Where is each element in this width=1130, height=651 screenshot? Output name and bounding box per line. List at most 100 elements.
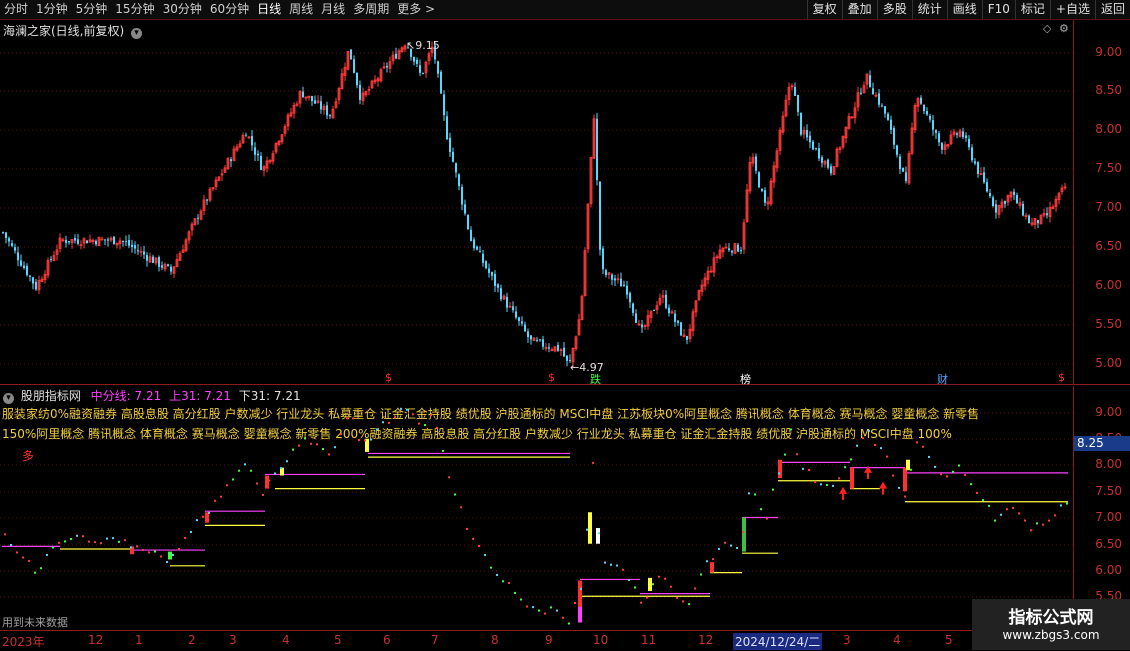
indicator-dot: [40, 567, 42, 570]
candle-body: [827, 159, 829, 168]
up-arrow-icon: [879, 481, 887, 489]
indicator-tick: 7.50: [1095, 484, 1122, 498]
indicator-dot: [370, 438, 372, 441]
candle-body: [902, 167, 904, 172]
candle-body: [800, 112, 802, 135]
logo-url: www.zbgs3.com: [1002, 628, 1100, 642]
indicator-dot: [1030, 529, 1032, 532]
candle-body: [125, 241, 127, 243]
candle-body: [806, 130, 808, 138]
indicator-dot: [952, 470, 954, 473]
candle-body: [974, 161, 976, 164]
indicator-dot: [736, 546, 738, 549]
candle-body: [491, 272, 493, 276]
date-label: 12: [698, 633, 714, 647]
candle-body: [50, 258, 52, 260]
candle-body: [1046, 213, 1048, 216]
candle-body: [245, 135, 247, 137]
indicator-dot: [610, 563, 612, 566]
indicator-dot: [544, 612, 546, 615]
indicator-dot: [436, 426, 438, 429]
candle-body: [809, 135, 811, 143]
date-label: 11: [641, 633, 657, 647]
indicator-dot: [712, 558, 714, 561]
candle-body: [995, 204, 997, 213]
candle-body: [494, 273, 496, 286]
indicator-dot: [256, 482, 258, 485]
event-marker[interactable]: $: [548, 371, 555, 384]
candle-body: [563, 347, 565, 357]
indicator-dot: [778, 472, 780, 475]
indicator-dot: [190, 530, 192, 533]
indicator-dot: [388, 421, 390, 424]
candle-body: [1037, 220, 1039, 224]
indicator-dot: [22, 556, 24, 559]
candle-body: [521, 321, 523, 324]
indicator-dot: [118, 540, 120, 543]
signal-bar: [906, 459, 910, 471]
indicator-dot: [298, 444, 300, 447]
candle-body: [899, 156, 901, 170]
indicator-dot: [910, 468, 912, 471]
event-marker[interactable]: $: [1058, 371, 1065, 384]
indicator-tick: 8.00: [1095, 457, 1122, 471]
date-label: 8: [491, 633, 499, 647]
indicator-dot: [322, 448, 324, 451]
event-marker[interactable]: 跌: [590, 371, 601, 387]
candle-body: [497, 284, 499, 288]
date-label: 3: [843, 633, 851, 647]
indicator-dot: [574, 602, 576, 605]
price-tick: 8.50: [1095, 83, 1122, 97]
date-label: 12: [88, 633, 104, 647]
watermark-logo: 指标公式网 www.zbgs3.com: [972, 599, 1130, 650]
indicator-dot: [958, 464, 960, 467]
indicator-dot: [442, 449, 444, 452]
candle-body: [674, 313, 676, 322]
candle-body: [1013, 191, 1015, 195]
candle-body: [17, 252, 19, 261]
indicator-dot: [772, 488, 774, 491]
indicator-dot: [700, 573, 702, 576]
indicator-dot: [904, 495, 906, 498]
candle-body: [668, 307, 670, 314]
toolbar-button-8[interactable]: 返回: [1094, 0, 1130, 19]
candle-body: [968, 138, 970, 148]
candle-body: [488, 268, 490, 273]
candle-body: [860, 92, 862, 94]
candle-body: [869, 75, 871, 88]
event-marker[interactable]: 榜: [740, 371, 751, 387]
candle-body: [128, 239, 130, 246]
indicator-dot: [16, 551, 18, 554]
candle-body: [872, 88, 874, 95]
event-marker[interactable]: $: [385, 371, 392, 384]
indicator-dot: [886, 455, 888, 458]
indicator-dot: [976, 491, 978, 494]
indicator-dot: [280, 467, 282, 470]
candle-body: [5, 232, 7, 238]
indicator-axis: 9.008.508.007.507.006.506.005.50: [1073, 386, 1130, 630]
candle-body: [254, 147, 256, 155]
signal-bar: [596, 528, 600, 544]
indicator-tick: 6.00: [1095, 563, 1122, 577]
candle-body: [812, 141, 814, 150]
candle-body: [923, 104, 925, 112]
indicator-tick: 6.50: [1095, 537, 1122, 551]
candle-body: [419, 65, 421, 73]
candle-body: [986, 182, 988, 192]
signal-bar: [265, 475, 269, 489]
date-label: 2024/12/24/二: [733, 633, 823, 650]
price-tick: 7.50: [1095, 161, 1122, 175]
candle-body: [626, 285, 628, 295]
indicator-dot: [556, 609, 558, 612]
indicator-dot: [112, 537, 114, 540]
kline-chart[interactable]: ↖9.15←4.97: [0, 0, 1074, 630]
indicator-dot: [496, 573, 498, 576]
candle-body: [632, 303, 634, 313]
candle-body: [548, 347, 550, 349]
candle-body: [542, 339, 544, 347]
candle-body: [614, 278, 616, 281]
candle-body: [86, 240, 88, 244]
candle-body: [938, 133, 940, 143]
candle-body: [920, 97, 922, 104]
event-marker[interactable]: 财: [937, 371, 948, 387]
